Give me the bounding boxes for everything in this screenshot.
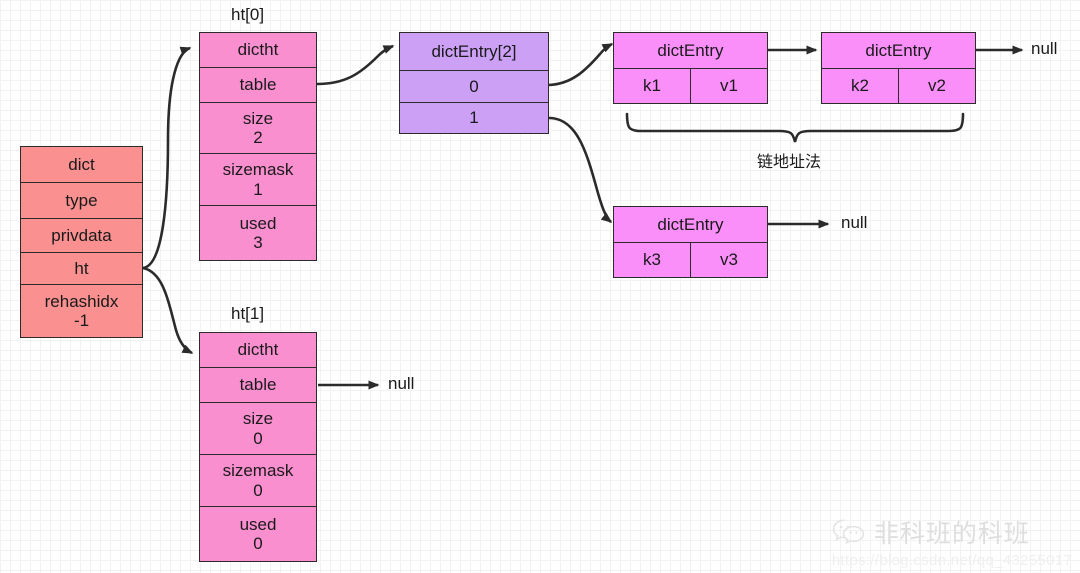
entry-k1-kv: k1 v1 (614, 69, 767, 103)
ht1-row-size-value: 0 (253, 428, 263, 448)
entry-k2-header-label: dictEntry (865, 40, 932, 60)
entry-k3-header-label: dictEntry (657, 214, 724, 234)
ht0-row-sizemask: sizemask 1 (200, 154, 316, 206)
ht1-row-used-label: used (239, 514, 277, 534)
entry-k3-value: v3 (690, 243, 767, 277)
ht1-row-table: table (200, 368, 316, 403)
entry-k2-value: v2 (898, 69, 975, 103)
ht0-row-size: size 2 (200, 103, 316, 154)
watermark-url: https://blog.csdn.net/qq_43255017 (831, 552, 1072, 569)
ht0-row-table-label: table (239, 75, 277, 95)
ht0-row-table: table (200, 68, 316, 103)
dict-row-rehashidx-value: -1 (73, 311, 90, 330)
entry-k2-kv: k2 v2 (822, 69, 975, 103)
ht1-struct: dictht table size 0 sizemask 0 used 0 (199, 332, 317, 562)
dict-row-dict: dict (21, 147, 142, 183)
ht1-row-sizemask-label: sizemask (222, 461, 294, 481)
bucket-slot-1: 1 (400, 103, 548, 133)
ht0-row-dictht: dictht (200, 33, 316, 68)
chain-brace (625, 112, 965, 143)
chain-brace-label: 链地址法 (757, 152, 822, 171)
bucket-array-header-label: dictEntry[2] (431, 41, 517, 61)
chain0-null-label: null (1031, 39, 1058, 58)
watermark-account-name: 非科班的科班 (873, 519, 1030, 548)
ht1-row-dictht-label: dictht (237, 340, 279, 360)
entry-k3-kv: k3 v3 (614, 243, 767, 277)
entry-k1-header: dictEntry (614, 33, 767, 69)
dict-row-ht-label: ht (74, 258, 89, 278)
diagram-canvas: dict type privdata ht rehashidx -1 ht[0]… (0, 0, 1080, 573)
ht1-row-dictht: dictht (200, 333, 316, 368)
bucket-slot-1-label: 1 (469, 108, 479, 128)
dict-row-privdata-label: privdata (51, 225, 112, 245)
ht0-row-size-value: 2 (253, 128, 263, 147)
ht0-row-used: used 3 (200, 206, 316, 260)
ht0-caption: ht[0] (231, 5, 265, 24)
ht1-row-size-label: size (242, 409, 274, 429)
ht1-caption: ht[1] (231, 304, 265, 323)
entry-k1-header-label: dictEntry (657, 40, 724, 60)
entry-k2-header: dictEntry (822, 33, 975, 69)
ht0-row-sizemask-label: sizemask (222, 160, 294, 180)
ht0-struct: dictht table size 2 sizemask 1 used 3 (199, 32, 317, 261)
entry-k2: dictEntry k2 v2 (821, 32, 976, 104)
watermark-row: 非科班的科班 (832, 514, 1030, 550)
arrow-bucket1-to-entry-k3 (548, 116, 613, 224)
ht0-row-dictht-label: dictht (237, 40, 279, 60)
ht1-row-sizemask: sizemask 0 (200, 455, 316, 507)
dict-row-rehashidx-label: rehashidx (44, 291, 119, 311)
ht1-row-size: size 0 (200, 403, 316, 455)
arrow-dict-ht-to-ht0 (142, 46, 192, 270)
ht1-row-used: used 0 (200, 507, 316, 561)
dict-row-dict-label: dict (68, 154, 95, 174)
dict-struct: dict type privdata ht rehashidx -1 (20, 146, 143, 338)
ht0-row-used-label: used (239, 213, 277, 233)
entry-k1: dictEntry k1 v1 (613, 32, 768, 104)
bucket-array-header: dictEntry[2] (400, 33, 548, 71)
entry-k2-key: k2 (822, 69, 898, 103)
wechat-icon (832, 519, 865, 545)
ht0-row-size-label: size (242, 108, 274, 128)
dict-row-type: type (21, 183, 142, 219)
arrow-bucket0-to-entry-k1 (548, 42, 614, 87)
ht0-row-used-value: 3 (253, 233, 263, 252)
entry-k1-value: v1 (690, 69, 767, 103)
entry-k3-header: dictEntry (614, 207, 767, 243)
chain1-null-label: null (841, 213, 868, 232)
entry-k3-key: k3 (614, 243, 690, 277)
entry-k1-key: k1 (614, 69, 690, 103)
dict-row-privdata: privdata (21, 219, 142, 253)
ht1-row-sizemask-value: 0 (253, 480, 263, 500)
ht1-row-table-label: table (239, 375, 277, 395)
arrow-ht0-table-to-bucket (316, 44, 395, 86)
ht1-row-used-value: 0 (253, 534, 263, 553)
dict-row-type-label: type (65, 190, 98, 210)
arrow-dict-ht-to-ht1 (142, 266, 194, 355)
ht1-null-label: null (388, 374, 415, 393)
ht0-row-sizemask-value: 1 (253, 179, 263, 199)
entry-k3: dictEntry k3 v3 (613, 206, 768, 278)
dict-row-ht: ht (21, 253, 142, 285)
bucket-slot-0-label: 0 (469, 76, 479, 96)
bucket-slot-0: 0 (400, 71, 548, 103)
dict-row-rehashidx: rehashidx -1 (21, 285, 142, 337)
watermark: 非科班的科班 https://blog.csdn.net/qq_43255017 (832, 514, 1072, 569)
bucket-array: dictEntry[2] 0 1 (399, 32, 549, 134)
